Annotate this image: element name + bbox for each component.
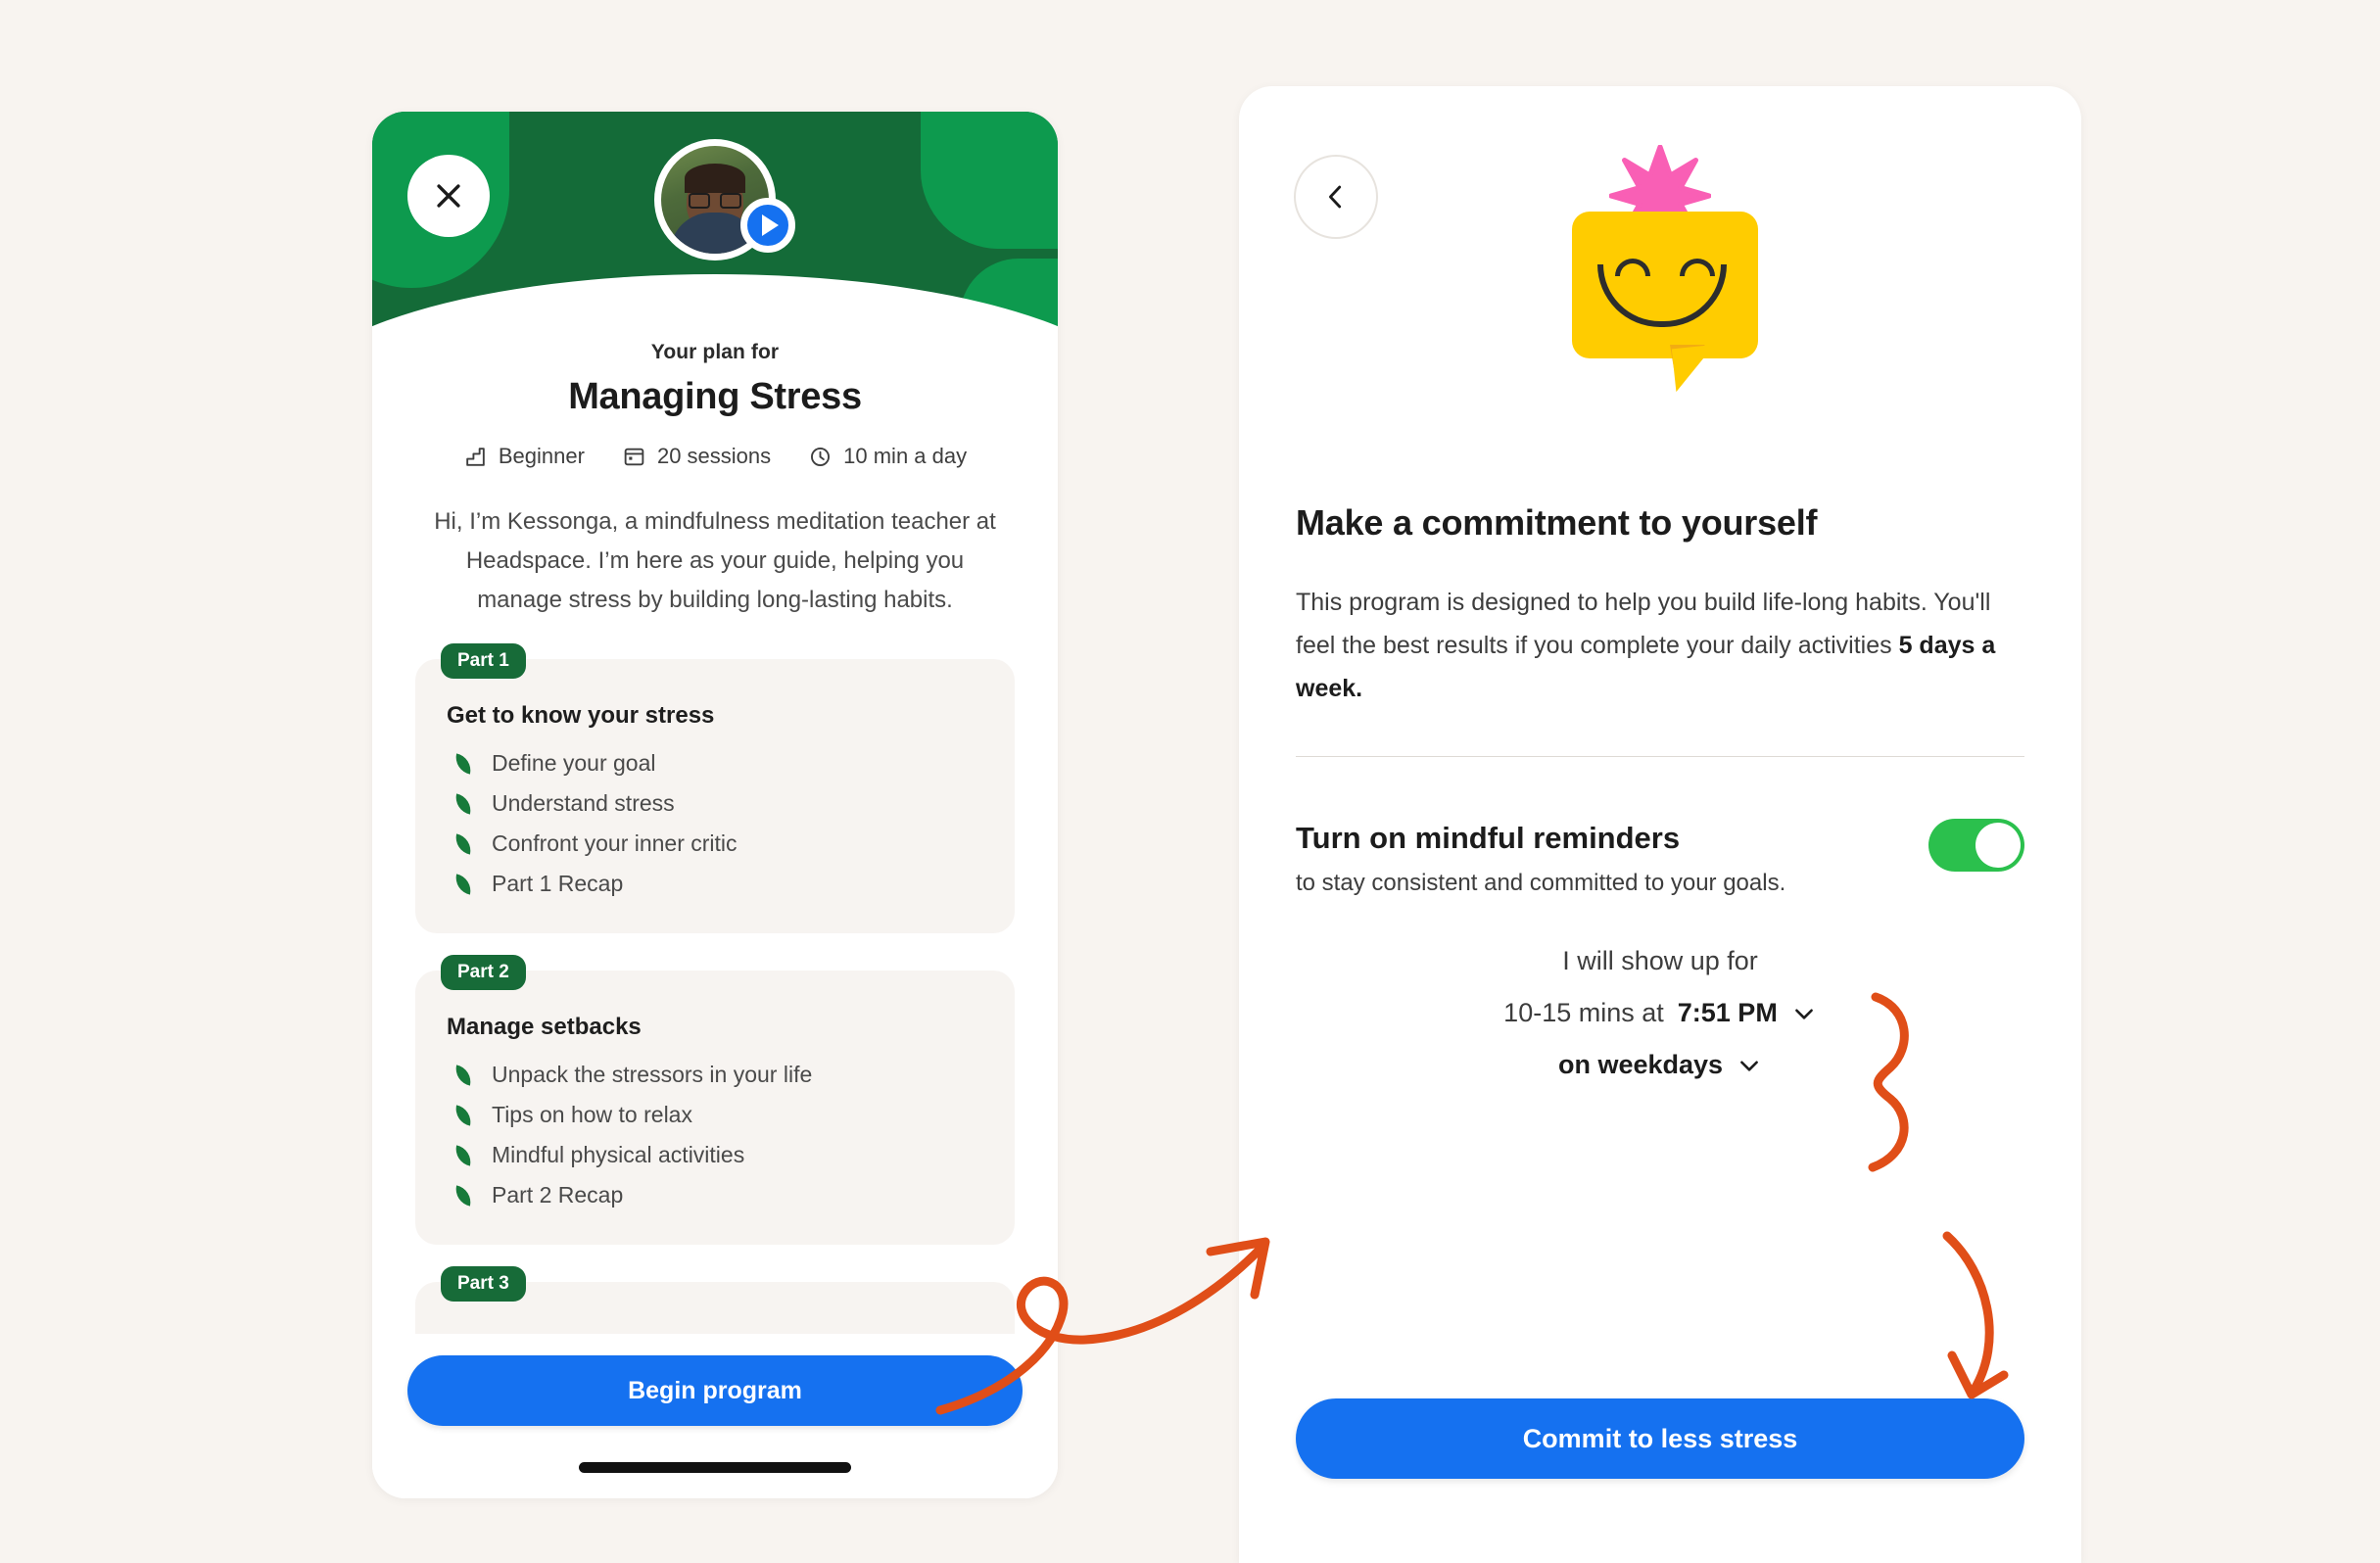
schedule-days-row: on weekdays [1239,1050,2081,1080]
page-title: Make a commitment to yourself [1296,502,1818,543]
time-picker-value[interactable]: 7:51 PM [1678,998,1778,1028]
meta-level-label: Beginner [498,444,585,468]
part-badge: Part 1 [441,643,526,679]
commit-button[interactable]: Commit to less stress [1296,1398,2024,1479]
part-badge: Part 2 [441,955,526,990]
chevron-down-icon[interactable] [1737,1053,1762,1078]
close-button[interactable] [407,155,490,237]
part-heading: Get to know your stress [447,702,715,729]
play-icon [761,214,779,236]
leaf-icon [452,1104,474,1126]
schedule-duration-label: 10-15 mins at [1503,998,1664,1027]
leaf-icon [452,1184,474,1207]
part-badge: Part 3 [441,1266,526,1302]
list-item[interactable]: Confront your inner critic [447,824,983,864]
decor-blob [921,112,1058,249]
list-item[interactable]: Part 1 Recap [447,864,983,904]
divider [1296,756,2024,757]
list-item[interactable]: Mindful physical activities [447,1135,983,1175]
play-video-button[interactable] [740,198,795,253]
lesson-label: Mindful physical activities [492,1142,745,1167]
list-item[interactable]: Part 2 Recap [447,1175,983,1215]
part-card[interactable]: Part 2 Manage setbacks Unpack the stress… [415,955,1015,1245]
lesson-label: Confront your inner critic [492,830,738,856]
meta-duration: 10 min a day [808,444,967,469]
avatar [654,139,795,260]
chevron-down-icon[interactable] [1791,1001,1817,1026]
hero-arc [372,274,1058,337]
begin-program-bar: Begin program [372,1334,1058,1498]
commitment-illustration [1513,145,1807,393]
reminders-toggle[interactable] [1928,819,2024,872]
lesson-label: Unpack the stressors in your life [492,1062,813,1087]
clock-icon [811,447,831,466]
chevron-left-icon [1329,185,1342,209]
plan-eyebrow: Your plan for [650,341,780,363]
lesson-label: Part 1 Recap [492,871,624,896]
part-heading: Manage setbacks [447,1014,642,1040]
meta-duration-label: 10 min a day [843,444,968,468]
leaf-icon [452,1144,474,1166]
lesson-label: Tips on how to relax [492,1102,692,1127]
sessions-calendar-icon [624,448,644,465]
close-icon [437,184,460,208]
meta-sessions-label: 20 sessions [656,444,772,468]
lesson-label: Understand stress [492,790,675,816]
schedule-block: I will show up for 10-15 mins at 7:51 PM… [1239,946,2081,1080]
avatar-glasses [689,193,741,209]
commitment-screen: Make a commitment to yourself This progr… [1239,86,2081,1563]
home-indicator [579,1462,851,1473]
reminders-subtitle: to stay consistent and committed to your… [1296,870,1786,896]
leaf-icon [452,752,474,775]
lesson-label: Part 2 Recap [492,1182,624,1208]
begin-program-button[interactable]: Begin program [407,1355,1023,1426]
schedule-intro-label: I will show up for [1562,946,1758,975]
leaf-icon [452,873,474,895]
level-stairs-icon [466,447,485,466]
program-overview-screen: Your plan for Managing Stress Beginner 2… [372,112,1058,1498]
commitment-description: This program is designed to help you bui… [1296,581,2021,710]
lesson-label: Define your goal [492,750,656,776]
list-item[interactable]: Unpack the stressors in your life [447,1055,983,1095]
list-item[interactable]: Define your goal [447,743,983,783]
schedule-time-row: 10-15 mins at 7:51 PM [1239,998,2081,1028]
back-button[interactable] [1294,155,1378,239]
commitment-description-text: This program is designed to help you bui… [1296,589,1991,659]
meta-level: Beginner [463,444,585,469]
page-title: Managing Stress [568,376,862,417]
list-item[interactable]: Tips on how to relax [447,1095,983,1135]
days-picker-value[interactable]: on weekdays [1558,1050,1723,1080]
list-item[interactable]: Understand stress [447,783,983,824]
part-card[interactable]: Part 1 Get to know your stress Define yo… [415,643,1015,933]
avatar-hair [685,164,745,193]
leaf-icon [452,792,474,815]
bubble-tail [1671,344,1720,393]
leaf-icon [452,832,474,855]
leaf-icon [452,1064,474,1086]
closed-eyes-icon [1615,259,1715,278]
meta-sessions: 20 sessions [622,444,771,469]
plan-meta-row: Beginner 20 sessions 10 min a day [372,444,1058,469]
reminders-title: Turn on mindful reminders [1296,821,1681,855]
program-intro-text: Hi, I’m Kessonga, a mindfulness meditati… [434,508,996,613]
toggle-knob [1975,823,2021,868]
program-parts-list: Part 1 Get to know your stress Define yo… [415,643,1015,1370]
screenshot-stage: Your plan for Managing Stress Beginner 2… [0,0,2380,1563]
